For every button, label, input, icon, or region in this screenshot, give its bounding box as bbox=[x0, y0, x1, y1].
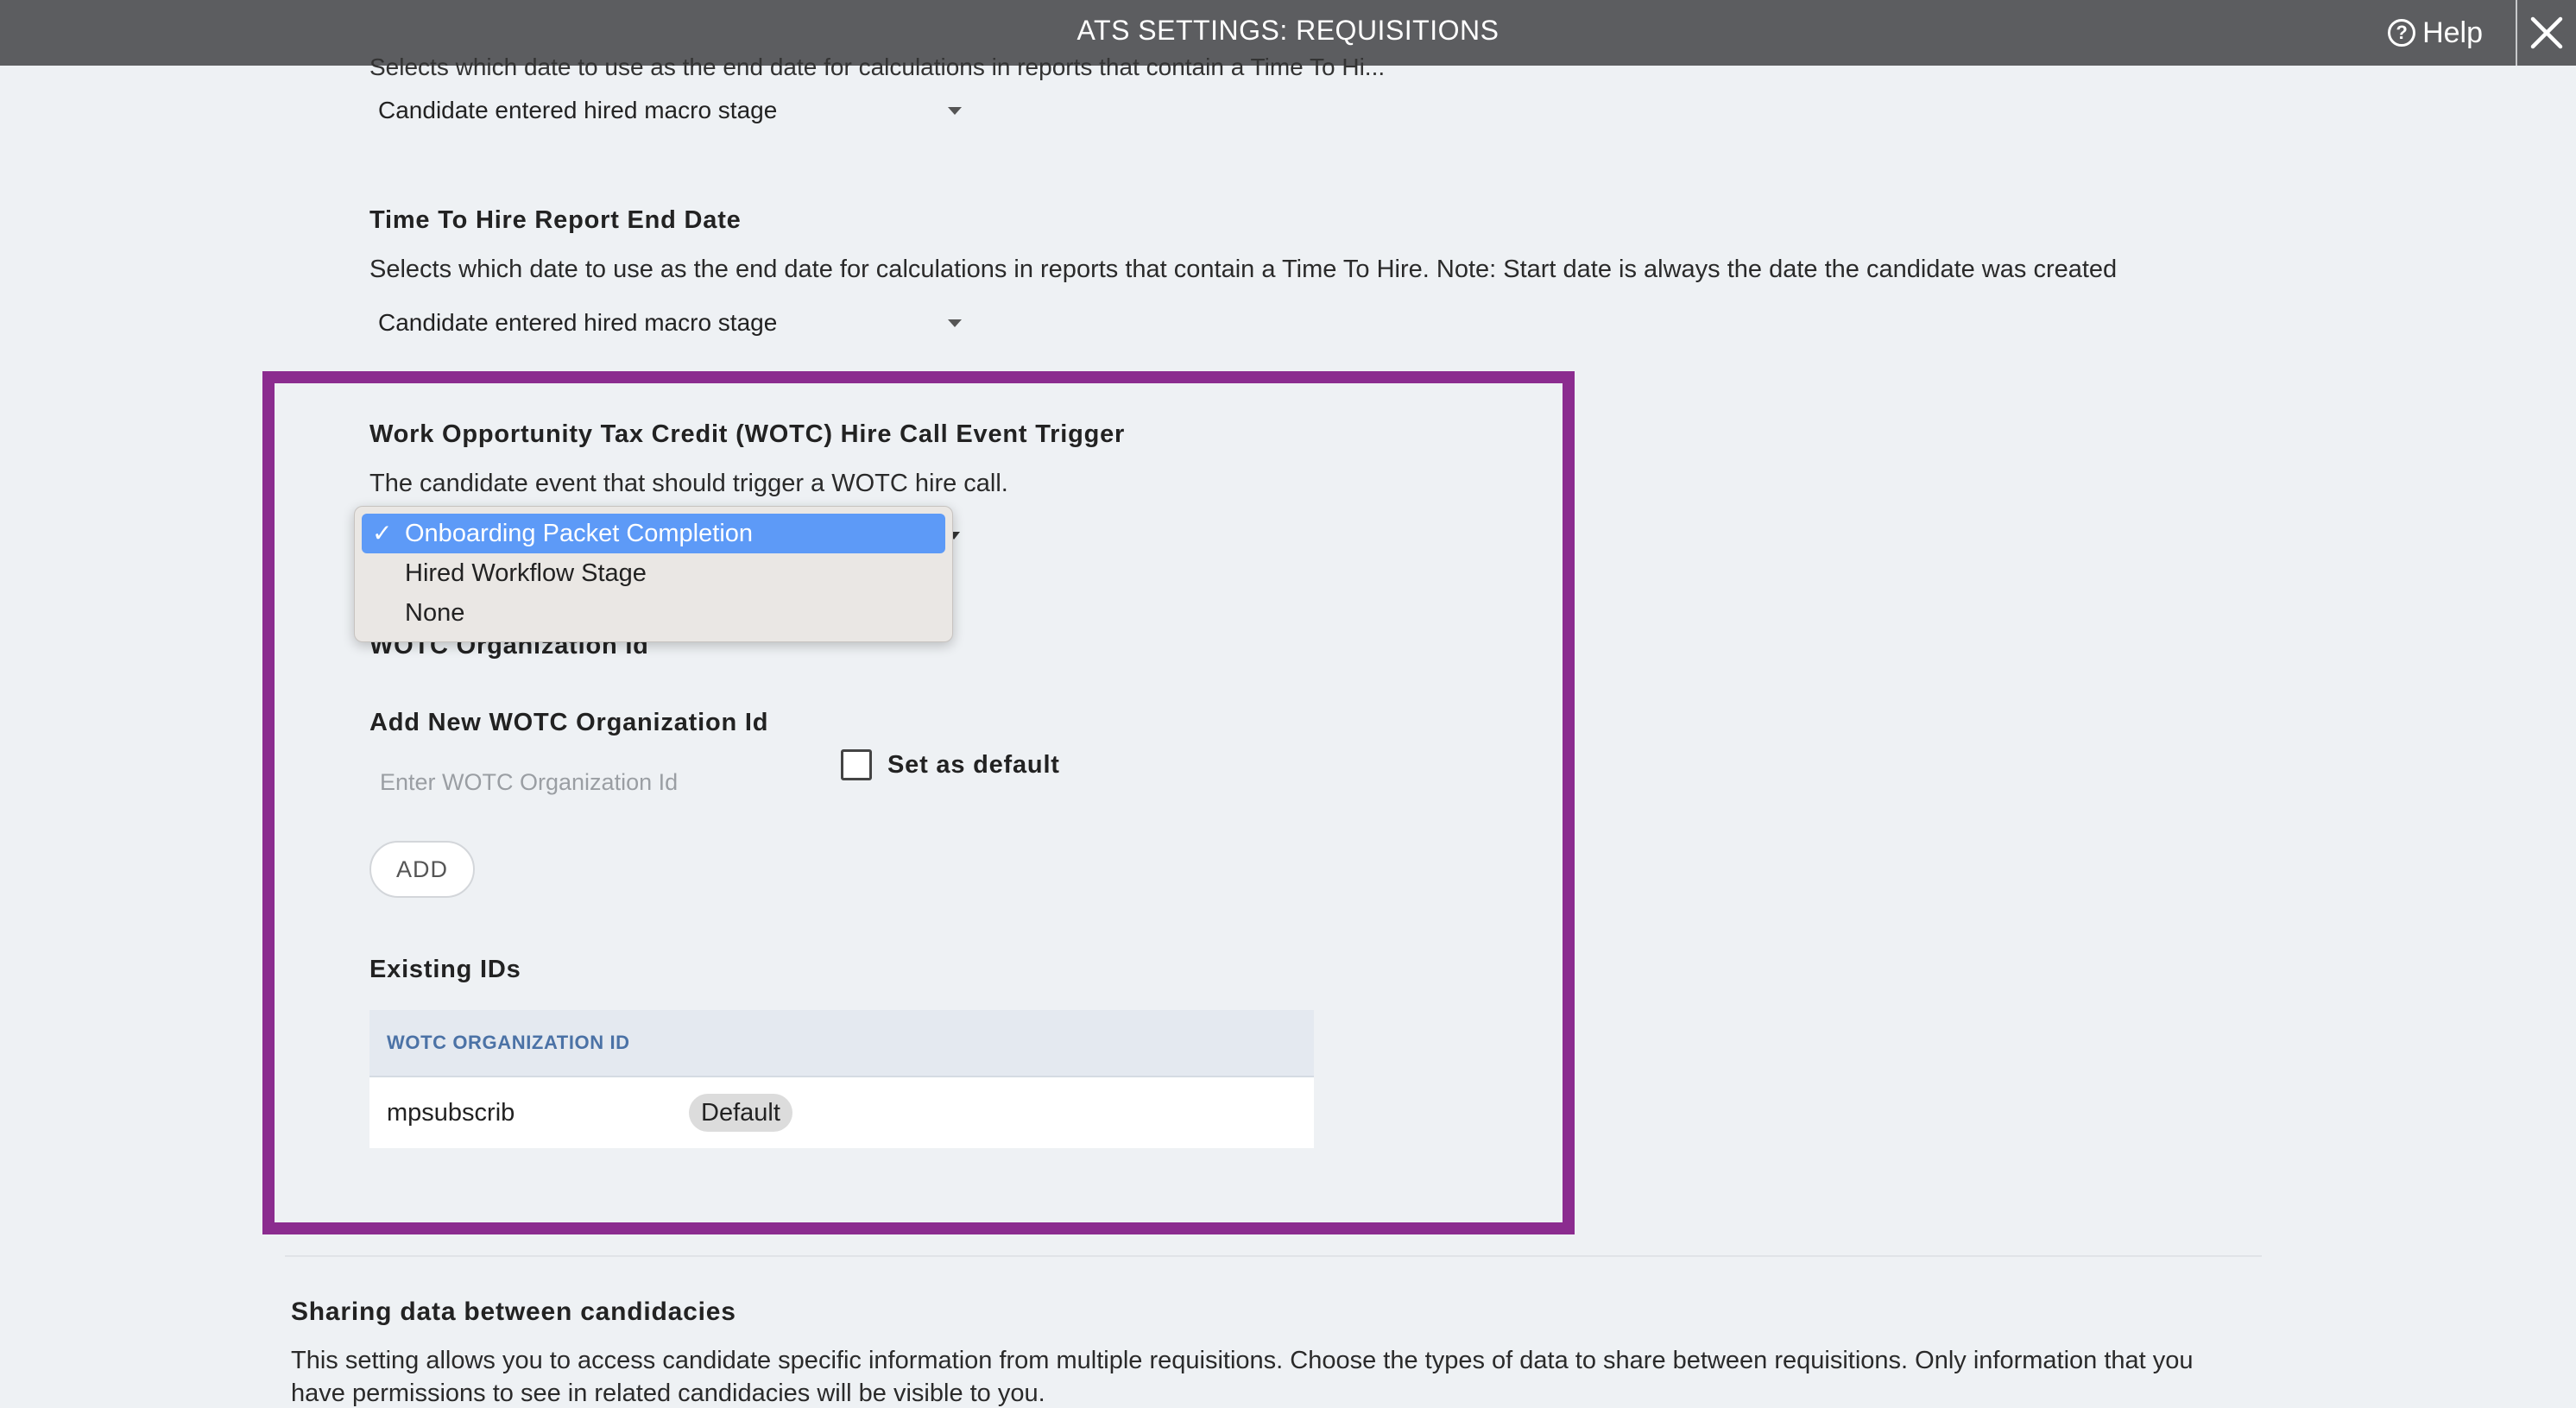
close-button[interactable] bbox=[2517, 0, 2576, 66]
table-row: mpsubscrib Default bbox=[369, 1077, 1314, 1148]
sharing-description-line1: This setting allows you to access candid… bbox=[291, 1347, 2194, 1374]
time-to-hire-heading: Time To Hire Report End Date bbox=[369, 206, 742, 234]
table-header: WOTC ORGANIZATION ID bbox=[369, 1010, 1314, 1077]
wotc-trigger-dropdown[interactable]: ✓ Onboarding Packet Completion Hired Wor… bbox=[354, 506, 953, 642]
close-icon bbox=[2530, 16, 2563, 49]
set-as-default-checkbox[interactable]: Set as default bbox=[841, 749, 1060, 780]
column-header-org-id: WOTC ORGANIZATION ID bbox=[387, 1032, 630, 1053]
help-label: Help bbox=[2422, 16, 2483, 49]
previous-setting-select-value: Candidate entered hired macro stage bbox=[378, 97, 778, 123]
set-as-default-label: Set as default bbox=[887, 750, 1060, 779]
org-id-cell: mpsubscrib bbox=[387, 1098, 515, 1127]
existing-ids-table: WOTC ORGANIZATION ID mpsubscrib Default bbox=[369, 1010, 1314, 1148]
time-to-hire-select-value: Candidate entered hired macro stage bbox=[378, 309, 778, 336]
wotc-trigger-heading: Work Opportunity Tax Credit (WOTC) Hire … bbox=[369, 420, 1126, 448]
caret-down-icon bbox=[948, 319, 962, 327]
checkmark-icon: ✓ bbox=[372, 520, 393, 546]
time-to-hire-description: Selects which date to use as the end dat… bbox=[369, 256, 2118, 283]
option-label: Onboarding Packet Completion bbox=[405, 520, 754, 547]
checkbox-box[interactable] bbox=[841, 749, 872, 780]
caret-down-icon bbox=[948, 107, 962, 115]
add-org-id-heading: Add New WOTC Organization Id bbox=[369, 709, 769, 736]
time-to-hire-select[interactable]: Candidate entered hired macro stage bbox=[369, 299, 965, 347]
help-button[interactable]: ? Help bbox=[2388, 0, 2483, 66]
section-divider bbox=[285, 1255, 2262, 1257]
add-button[interactable]: ADD bbox=[369, 841, 475, 898]
sharing-description-line2: have permissions to see in related candi… bbox=[291, 1380, 1045, 1407]
help-icon: ? bbox=[2388, 19, 2416, 47]
dropdown-option-none[interactable]: None bbox=[362, 593, 945, 633]
default-badge: Default bbox=[689, 1094, 792, 1132]
wotc-org-id-input[interactable] bbox=[369, 756, 784, 808]
previous-setting-description: Selects which date to use as the end dat… bbox=[369, 54, 1386, 80]
wotc-trigger-description: The candidate event that should trigger … bbox=[369, 470, 1008, 497]
option-label: Hired Workflow Stage bbox=[405, 559, 647, 587]
settings-content: Selects which date to use as the end dat… bbox=[0, 54, 2576, 1407]
option-label: None bbox=[405, 599, 465, 627]
dropdown-option-onboarding-packet[interactable]: ✓ Onboarding Packet Completion bbox=[362, 514, 945, 553]
previous-setting-select[interactable]: Candidate entered hired macro stage bbox=[369, 86, 965, 135]
sharing-heading: Sharing data between candidacies bbox=[291, 1298, 736, 1326]
dropdown-option-hired-workflow-stage[interactable]: Hired Workflow Stage bbox=[362, 553, 945, 593]
existing-ids-heading: Existing IDs bbox=[369, 956, 521, 983]
